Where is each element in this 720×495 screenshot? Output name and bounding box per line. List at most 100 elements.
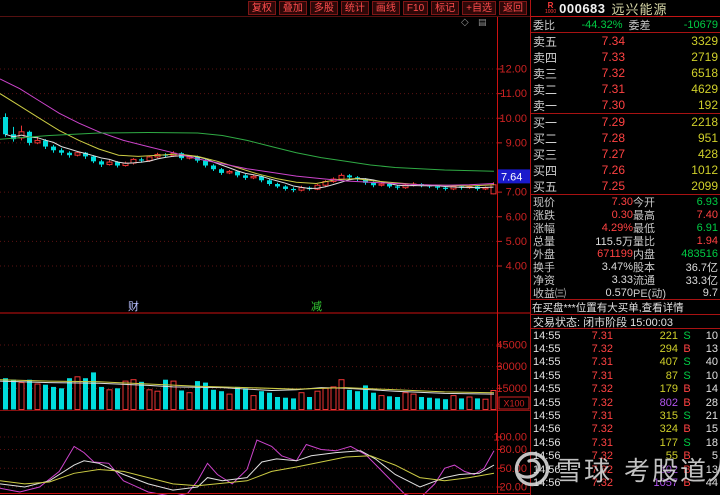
tape-time: 14:55: [533, 383, 561, 396]
tick-trade-list[interactable]: 14:55 7.31 221 S 10 14:55 7.32 294 B 13 14:55 7.31 4…: [531, 329, 720, 495]
adjust-price-button[interactable]: 复权: [247, 1, 276, 15]
tape-row[interactable]: 14:55 7.32 294 B 13: [531, 342, 720, 355]
tape-count: 5: [711, 450, 718, 463]
tape-row[interactable]: 14:56 7.32 324 B 15: [531, 423, 720, 436]
tape-time: 14:55: [533, 396, 561, 409]
back-button[interactable]: 返回: [499, 1, 527, 15]
weibi-value: -44.32%: [581, 18, 623, 31]
tape-volume: 294: [659, 343, 678, 356]
note-marker-icon[interactable]: ▤: [478, 17, 487, 27]
statistics-button[interactable]: 统计: [340, 1, 369, 15]
commission-ratio-row: 委比 -44.32% 委差 -10679: [531, 17, 720, 33]
draw-line-button[interactable]: 画线: [371, 1, 400, 15]
ask-row-price: 7.31: [601, 82, 625, 96]
stock-header[interactable]: R 1000 000683 远兴能源: [531, 0, 720, 17]
ask-row[interactable]: 卖二 7.31 4629: [531, 81, 720, 97]
svg-text:50.00: 50.00: [499, 463, 527, 475]
tape-count: 40: [705, 356, 718, 369]
overlay-button[interactable]: 叠加: [278, 1, 307, 15]
tape-price: 7.32: [591, 343, 613, 356]
ask-row[interactable]: 卖四 7.33 2719: [531, 49, 720, 65]
svg-text:30000: 30000: [496, 361, 527, 373]
tape-row[interactable]: 14:56 7.32 302 B 13: [531, 463, 720, 476]
notice-text: 在买盘***位置有大买单,查看详情: [532, 301, 684, 314]
stock-trading-app: 12.00 11.00 10.00 9.00 7.00 6.00 5.00 4.00 财减 7.6…: [0, 0, 720, 495]
tape-direction: B: [683, 396, 691, 409]
stock-name: 远兴能源: [611, 1, 668, 17]
tape-direction: S: [683, 410, 691, 423]
svg-text:7.64: 7.64: [501, 171, 522, 183]
add-watchlist-button[interactable]: +自选: [462, 1, 496, 15]
bid-row[interactable]: 买五 7.25 2099: [531, 178, 720, 194]
tape-row[interactable]: 14:55 7.31 407 S 40: [531, 356, 720, 369]
tape-count: 13: [705, 343, 718, 356]
ask-row-label: 卖五: [533, 34, 558, 49]
ask-row[interactable]: 卖三 7.32 6518: [531, 65, 720, 81]
bid-row-label: 买三: [533, 147, 558, 162]
bid-row[interactable]: 买一 7.29 2218: [531, 114, 720, 130]
tape-row[interactable]: 14:55 7.31 221 S 10: [531, 329, 720, 342]
quote-pair: PE(动) 9.7: [633, 285, 718, 301]
bid-row[interactable]: 买二 7.28 951: [531, 130, 720, 146]
pane-separators: [0, 16, 530, 494]
trading-status-text: 交易状态: 闭市阶段 15:00:03: [533, 316, 673, 329]
tape-volume: 302: [659, 463, 678, 476]
bid-row-price: 7.29: [601, 115, 625, 129]
tape-price: 7.31: [591, 436, 613, 449]
tape-volume: 315: [659, 410, 678, 423]
svg-text:7.00: 7.00: [506, 187, 527, 199]
svg-text:15000: 15000: [496, 383, 527, 395]
weibi-label: 委比: [533, 19, 555, 32]
svg-text:20.00: 20.00: [499, 482, 527, 494]
ask-row-qty: 6518: [691, 66, 718, 80]
bid-row-price: 7.26: [601, 163, 625, 177]
ma-lines-layer: [0, 78, 495, 190]
mark-button[interactable]: 标记: [431, 1, 460, 15]
tape-row[interactable]: 14:56 7.32 55 B 5: [531, 450, 720, 463]
tape-price: 7.31: [591, 410, 613, 423]
bid-row-qty: 2218: [691, 115, 718, 129]
tape-count: 18: [705, 436, 718, 449]
bid-row[interactable]: 买四 7.26 1012: [531, 162, 720, 178]
svg-text:11.00: 11.00: [500, 88, 527, 100]
tape-volume: 221: [659, 329, 678, 342]
tape-direction: B: [683, 476, 691, 489]
tape-row[interactable]: 14:55 7.32 179 B 14: [531, 383, 720, 396]
tape-row[interactable]: 14:56 7.32 1057 B 44: [531, 476, 720, 489]
kline-chart[interactable]: 12.00 11.00 10.00 9.00 7.00 6.00 5.00 4.00 财减 7.6…: [0, 0, 530, 495]
chart-pane: 12.00 11.00 10.00 9.00 7.00 6.00 5.00 4.00 财减 7.6…: [0, 0, 530, 495]
tape-price: 7.31: [591, 356, 613, 369]
ask-row[interactable]: 卖一 7.30 192: [531, 97, 720, 113]
quote-summary-grid: 现价 7.30 今开 6.93 涨跌 0.30 最高 7.40 涨幅 4.29% 最低 6.91 总量 1…: [531, 195, 720, 300]
svg-text:X100: X100: [503, 399, 524, 409]
tape-count: 13: [705, 463, 718, 476]
tape-count: 10: [705, 329, 718, 342]
bid-row-price: 7.28: [601, 131, 625, 145]
tape-row[interactable]: 14:55 7.31 87 S 10: [531, 369, 720, 382]
tape-volume: 177: [659, 436, 678, 449]
svg-text:100.00: 100.00: [493, 432, 527, 444]
ask-row-qty: 4629: [691, 82, 718, 96]
tape-count: 44: [705, 476, 718, 489]
svg-text:10.00: 10.00: [499, 113, 527, 125]
bid-row-label: 买四: [533, 163, 558, 178]
f10-info-button[interactable]: F10: [402, 1, 429, 15]
ask-row[interactable]: 卖五 7.34 3329: [531, 33, 720, 49]
diamond-marker-icon[interactable]: ◇: [461, 18, 469, 28]
bid-row[interactable]: 买三 7.27 428: [531, 146, 720, 162]
tape-direction: S: [683, 329, 691, 342]
tape-volume: 1057: [653, 476, 678, 489]
tape-row[interactable]: 14:56 7.31 177 S 18: [531, 436, 720, 449]
svg-text:财: 财: [128, 299, 139, 313]
bid-row-label: 买一: [533, 115, 558, 130]
ask-row-price: 7.30: [601, 98, 625, 112]
tape-row[interactable]: 14:55 7.31 315 S 21: [531, 409, 720, 422]
bid-levels: 买一 7.29 2218 买二 7.28 951 买三 7.27 428 买四 7.26 1012 买五…: [531, 114, 720, 195]
tape-row[interactable]: 14:55 7.32 802 B 28: [531, 396, 720, 409]
multi-stock-button[interactable]: 多股: [309, 1, 338, 15]
svg-text:80.00: 80.00: [499, 444, 527, 456]
tape-time: 14:55: [533, 356, 561, 369]
ask-row-qty: 3329: [691, 34, 718, 48]
tape-count: 21: [705, 410, 718, 423]
ask-row-qty: 2719: [691, 50, 718, 64]
